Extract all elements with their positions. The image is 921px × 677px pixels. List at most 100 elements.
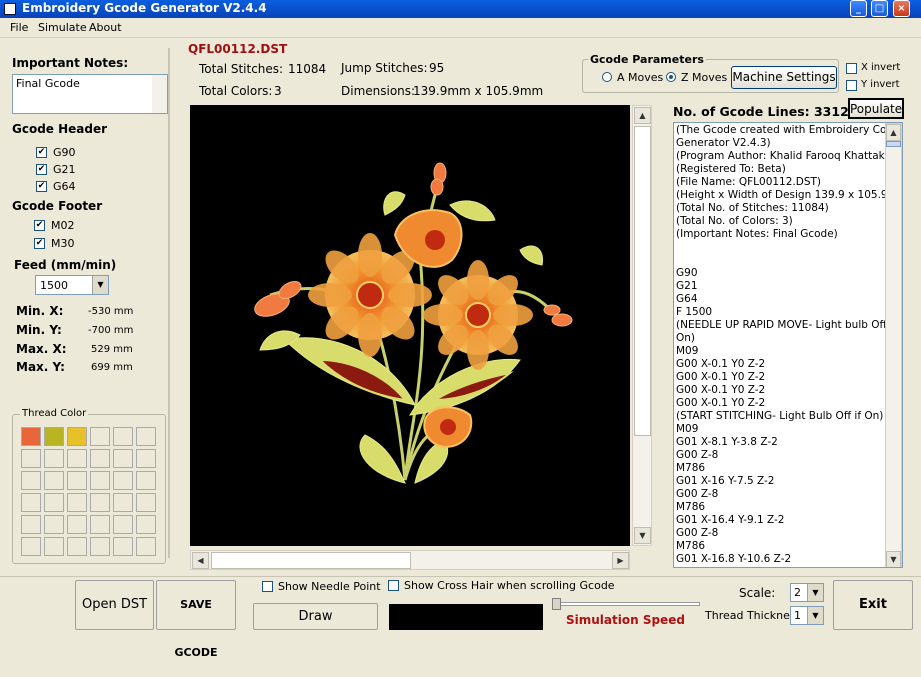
thread-swatch[interactable]: [136, 515, 156, 534]
thread-swatch[interactable]: [90, 493, 110, 512]
thread-swatch[interactable]: [113, 515, 133, 534]
simulation-display: [389, 604, 543, 630]
gcode-textarea[interactable]: (The Gcode created with Embroidery Code G…: [673, 122, 903, 568]
scroll-right-icon[interactable]: ▶: [612, 552, 629, 569]
thread-swatch[interactable]: [113, 471, 133, 490]
machine-settings-button[interactable]: Machine Settings: [731, 66, 837, 89]
gcode-scroll-thumb[interactable]: [886, 141, 901, 147]
thread-swatch[interactable]: [44, 449, 64, 468]
gcode-line: (Total No. of Colors: 3): [676, 215, 793, 227]
gcode-line: G00 X-0.1 Y0 Z-2: [676, 397, 766, 409]
thread-swatch[interactable]: [90, 537, 110, 556]
canvas-horizontal-scrollbar[interactable]: ◀ ▶: [190, 550, 630, 570]
total-colors-label: Total Colors:: [199, 84, 273, 98]
z-moves-label: Z Moves: [681, 71, 728, 84]
thread-swatch[interactable]: [44, 471, 64, 490]
canvas-hscroll-thumb[interactable]: [211, 552, 411, 569]
thread-swatch[interactable]: [21, 449, 41, 468]
thread-swatch[interactable]: [90, 471, 110, 490]
show-crosshair-label: Show Cross Hair when scrolling Gcode: [404, 579, 615, 592]
embroidery-design: [254, 162, 573, 484]
thread-swatch[interactable]: [67, 471, 87, 490]
embroidery-canvas[interactable]: [190, 105, 630, 546]
thread-swatch[interactable]: [44, 537, 64, 556]
g64-checkbox[interactable]: ✔: [36, 181, 47, 192]
gcode-scroll-down-icon[interactable]: ▼: [886, 551, 901, 567]
maximize-button[interactable]: □: [871, 0, 888, 17]
thread-swatch[interactable]: [113, 449, 133, 468]
thread-swatch[interactable]: [90, 449, 110, 468]
thread-swatch[interactable]: [44, 427, 64, 446]
close-button[interactable]: ×: [893, 0, 910, 17]
notes-field[interactable]: Final Gcode: [12, 74, 168, 114]
thread-swatch[interactable]: [67, 493, 87, 512]
menu-simulate[interactable]: Simulate: [38, 21, 87, 34]
minimize-button[interactable]: _: [850, 0, 867, 17]
scroll-up-icon[interactable]: ▲: [634, 107, 651, 124]
canvas-vertical-scrollbar[interactable]: ▲ ▼: [632, 105, 652, 546]
gcode-line: [674, 254, 886, 267]
jump-stitches-label: Jump Stitches:: [341, 61, 428, 75]
thread-swatch[interactable]: [44, 515, 64, 534]
thread-swatch[interactable]: [67, 537, 87, 556]
scroll-left-icon[interactable]: ◀: [192, 552, 209, 569]
menu-about[interactable]: About: [89, 21, 122, 34]
thread-swatch[interactable]: [113, 493, 133, 512]
g21-label: G21: [53, 163, 76, 176]
thread-swatch[interactable]: [21, 471, 41, 490]
scale-value: 2: [794, 586, 801, 599]
thread-swatch[interactable]: [67, 515, 87, 534]
gcode-line: M09: [676, 423, 699, 435]
canvas-vscroll-thumb[interactable]: [634, 126, 651, 436]
scale-select[interactable]: 2 ▼: [790, 583, 824, 602]
save-gcode-button[interactable]: SAVE GCODE: [156, 580, 236, 659]
thread-swatch[interactable]: [113, 537, 133, 556]
m30-checkbox[interactable]: ✔: [34, 238, 45, 249]
thread-swatch[interactable]: [136, 537, 156, 556]
thread-thickness-select[interactable]: 1 ▼: [790, 606, 824, 625]
notes-scrollbar[interactable]: [152, 75, 167, 113]
scale-chevron-down-icon: ▼: [807, 584, 823, 601]
show-needle-checkbox[interactable]: [262, 581, 273, 592]
gcode-line: [674, 241, 886, 254]
open-dst-button[interactable]: Open DST: [75, 580, 154, 630]
gcode-scrollbar[interactable]: ▲ ▼: [885, 123, 902, 567]
m02-checkbox[interactable]: ✔: [34, 220, 45, 231]
thread-swatch[interactable]: [136, 427, 156, 446]
z-moves-radio[interactable]: [666, 72, 676, 82]
g21-checkbox[interactable]: ✔: [36, 164, 47, 175]
x-invert-label: X invert: [861, 62, 901, 73]
thread-swatch[interactable]: [44, 493, 64, 512]
g90-checkbox[interactable]: ✔: [36, 147, 47, 158]
gcode-line: (Height x Width of Design 139.9 x 105.9): [676, 189, 892, 201]
thread-swatch[interactable]: [67, 449, 87, 468]
thread-swatch[interactable]: [113, 427, 133, 446]
show-crosshair-checkbox[interactable]: [388, 580, 399, 591]
y-invert-checkbox[interactable]: [846, 80, 857, 91]
a-moves-radio[interactable]: [602, 72, 612, 82]
thread-swatch[interactable]: [136, 471, 156, 490]
gcode-scroll-up-icon[interactable]: ▲: [886, 124, 901, 141]
thread-swatch[interactable]: [136, 493, 156, 512]
thread-swatch[interactable]: [21, 515, 41, 534]
gcode-line: (NEEDLE UP RAPID MOVE- Light bulb Off if: [676, 319, 897, 331]
thread-swatch[interactable]: [90, 515, 110, 534]
thread-swatch[interactable]: [136, 449, 156, 468]
notes-label: Important Notes:: [12, 56, 129, 70]
thread-swatch[interactable]: [21, 493, 41, 512]
scroll-down-icon[interactable]: ▼: [634, 527, 651, 544]
thread-swatch[interactable]: [67, 427, 87, 446]
exit-button[interactable]: Exit: [833, 580, 913, 630]
thread-swatch[interactable]: [90, 427, 110, 446]
draw-button[interactable]: Draw: [253, 603, 378, 630]
slider-thumb[interactable]: [552, 598, 561, 610]
populate-button[interactable]: Populate: [848, 98, 904, 119]
min-y-value: -700 mm: [88, 325, 134, 336]
menu-file[interactable]: File: [10, 21, 28, 34]
a-moves-label: A Moves: [617, 71, 664, 84]
x-invert-checkbox[interactable]: [846, 63, 857, 74]
simulation-speed-slider[interactable]: [552, 602, 700, 606]
thread-swatch[interactable]: [21, 537, 41, 556]
thread-swatch[interactable]: [21, 427, 41, 446]
feed-select[interactable]: 1500 ▼: [35, 275, 109, 295]
